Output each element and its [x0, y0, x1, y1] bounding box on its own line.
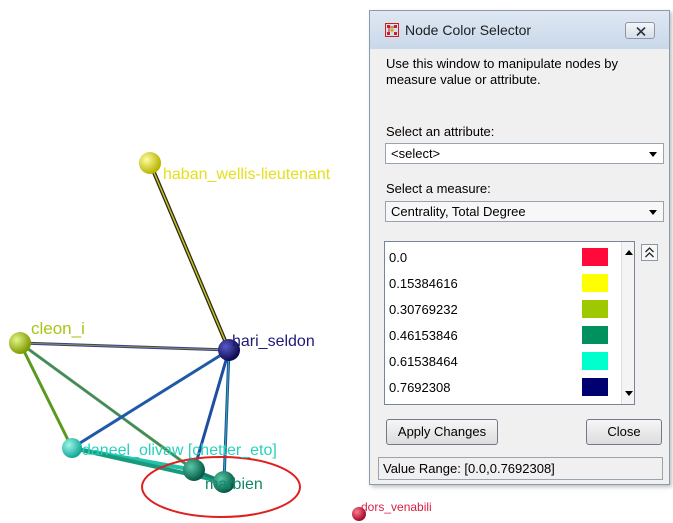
- legend-value: 0.61538464: [389, 354, 458, 369]
- color-legend-list[interactable]: 0.0 0.15384616 0.30769232 0.46153846 0.6…: [384, 241, 635, 405]
- legend-value: 0.46153846: [389, 328, 458, 343]
- node-label-marbien: marbien: [205, 476, 263, 493]
- dialog-description: Use this window to manipulate nodes by m…: [386, 56, 618, 87]
- node-label-dors: dors_venabili: [361, 500, 432, 514]
- attribute-label: Select an attribute:: [386, 124, 495, 139]
- color-swatch[interactable]: [582, 352, 608, 370]
- node-daneel[interactable]: [62, 438, 82, 458]
- color-swatch[interactable]: [582, 378, 608, 396]
- dialog-title: Node Color Selector: [405, 22, 532, 38]
- close-icon: [636, 27, 646, 36]
- legend-row[interactable]: 0.7692308: [385, 375, 618, 401]
- scroll-up-icon[interactable]: [625, 250, 633, 255]
- apply-changes-button[interactable]: Apply Changes: [386, 419, 498, 445]
- scroll-down-icon[interactable]: [625, 391, 633, 396]
- attribute-select-value: <select>: [391, 146, 441, 161]
- color-swatch[interactable]: [582, 274, 608, 292]
- legend-value: 0.30769232: [389, 302, 458, 317]
- double-chevron-up-icon: [645, 247, 654, 258]
- attribute-select[interactable]: <select>: [385, 143, 664, 164]
- node-color-selector-dialog: Node Color Selector Use this window to m…: [369, 10, 670, 485]
- edge-cleon-daneel: [18, 342, 74, 449]
- legend-scrollbar[interactable]: [621, 242, 634, 404]
- dialog-titlebar[interactable]: Node Color Selector: [370, 11, 669, 49]
- measure-select[interactable]: Centrality, Total Degree: [385, 201, 664, 222]
- node-label-daneel: daneel_olivaw [chetter_eto]: [82, 442, 277, 459]
- node-cleon[interactable]: [9, 332, 31, 354]
- node-label-hari: hari_seldon: [232, 333, 315, 350]
- value-range-status: Value Range: [0.0,0.7692308]: [378, 457, 663, 480]
- chevron-down-icon: [649, 210, 657, 215]
- measure-label: Select a measure:: [386, 181, 491, 196]
- legend-row[interactable]: 0.61538464: [385, 349, 618, 375]
- legend-value: 0.0: [389, 250, 408, 265]
- chevron-down-icon: [649, 152, 657, 157]
- node-label-harban: haban_wellis-lieutenant: [163, 166, 331, 183]
- measure-select-value: Centrality, Total Degree: [391, 204, 526, 219]
- legend-row[interactable]: 0.46153846: [385, 323, 618, 349]
- collapse-button[interactable]: [641, 244, 658, 261]
- legend-row[interactable]: 0.30769232: [385, 297, 618, 323]
- color-swatch[interactable]: [582, 326, 608, 344]
- node-harban[interactable]: [139, 152, 161, 174]
- legend-value: 0.15384616: [389, 276, 458, 291]
- node-marbien-a[interactable]: [183, 459, 205, 481]
- value-range-text: Value Range: [0.0,0.7692308]: [383, 461, 555, 476]
- legend-row[interactable]: 0.0: [385, 245, 618, 271]
- node-label-cleon: cleon_i: [31, 319, 85, 338]
- color-swatch[interactable]: [582, 248, 608, 266]
- legend-value: 0.7692308: [389, 380, 451, 395]
- node-color-icon: [385, 23, 399, 37]
- legend-row[interactable]: 0.15384616: [385, 271, 618, 297]
- window-close-button[interactable]: [625, 22, 655, 39]
- color-swatch[interactable]: [582, 300, 608, 318]
- close-button[interactable]: Close: [586, 419, 662, 445]
